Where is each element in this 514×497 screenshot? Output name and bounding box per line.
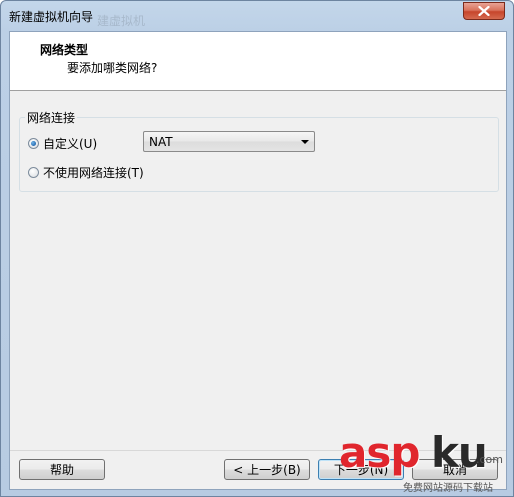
radio-custom-button[interactable]	[28, 138, 39, 149]
back-button[interactable]: < 上一步(B)	[224, 459, 310, 480]
header-panel: 网络类型 要添加哪类网络?	[10, 32, 506, 91]
radio-custom-label: 自定义(U)	[43, 137, 98, 151]
wizard-window: 新建虚拟机向导 建虚拟机 网络类型 要添加哪类网络? 网络连接 自定义(U) N…	[0, 0, 514, 497]
cancel-button[interactable]: 取消	[412, 459, 498, 480]
radio-no-network-label: 不使用网络连接(T)	[43, 166, 144, 180]
page-title: 网络类型	[40, 43, 89, 57]
window-title: 新建虚拟机向导	[9, 10, 94, 24]
close-icon	[478, 6, 490, 16]
help-button[interactable]: 帮助	[19, 459, 105, 480]
radio-no-network-button[interactable]	[28, 167, 39, 178]
footer-divider	[10, 450, 506, 451]
radio-no-network[interactable]: 不使用网络连接(T)	[28, 164, 144, 181]
window-title-ghost: 建虚拟机	[97, 14, 146, 28]
page-subtitle: 要添加哪类网络?	[67, 61, 158, 75]
radio-custom[interactable]: 自定义(U)	[28, 135, 97, 152]
title-bar[interactable]: 新建虚拟机向导 建虚拟机	[1, 1, 513, 31]
network-select[interactable]: NAT	[143, 131, 315, 152]
next-button[interactable]: 下一步(N)	[318, 459, 404, 480]
chevron-down-icon	[301, 140, 309, 144]
network-connection-group-label: 网络连接	[25, 109, 78, 126]
dialog-body: 网络类型 要添加哪类网络? 网络连接 自定义(U) NAT 不使用网络连接(T)…	[9, 31, 507, 490]
network-select-value: NAT	[149, 135, 173, 149]
close-button[interactable]	[463, 2, 505, 20]
